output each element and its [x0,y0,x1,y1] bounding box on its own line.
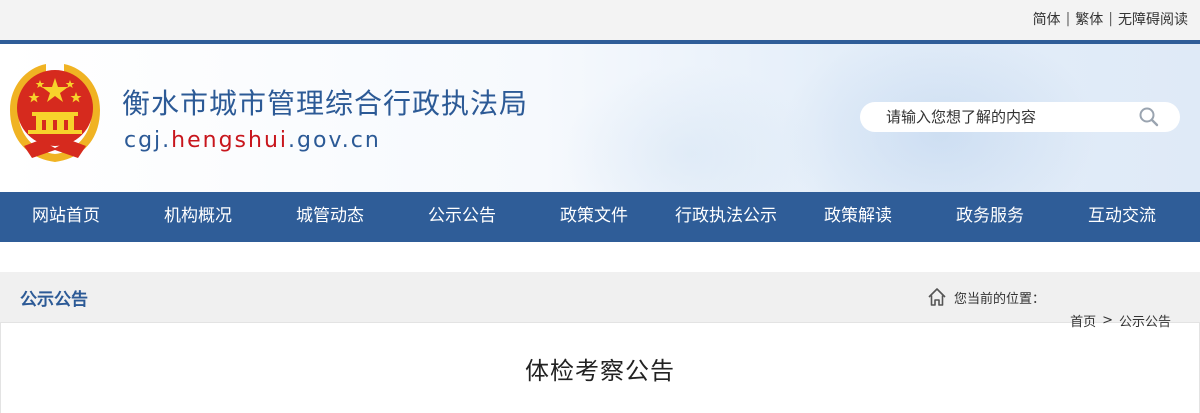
home-icon [928,288,946,306]
nav-item-enforcement-disclosure[interactable]: 行政执法公示 [660,192,792,242]
search-icon[interactable] [1138,106,1160,128]
domain-prefix: cgj. [124,128,172,153]
spacer [0,242,1200,272]
national-emblem-icon [10,64,100,162]
main-navigation: 网站首页 机构概况 城管动态 公示公告 政策文件 行政执法公示 政策解读 政务服… [0,192,1200,242]
article-title: 体检考察公告 [525,357,675,385]
language-links: 简体 | 繁体 | 无障碍阅读 [1033,9,1188,29]
breadcrumb-home-link[interactable]: 首页 [1070,311,1096,330]
domain-suffix: .gov.cn [288,128,381,153]
nav-item-policy-interpretation[interactable]: 政策解读 [792,192,924,242]
site-title: 衡水市城市管理综合行政执法局 [122,87,529,120]
location-label: 您当前的位置： [954,291,1046,307]
header-background-decoration [560,64,820,192]
nav-item-news[interactable]: 城管动态 [264,192,396,242]
nav-item-announcements[interactable]: 公示公告 [396,192,528,242]
separator: | [1108,11,1113,27]
nav-item-home[interactable]: 网站首页 [0,192,132,242]
site-domain: cgj.hengshui.gov.cn [124,128,381,153]
traditional-chinese-link[interactable]: 繁体 [1075,9,1103,29]
section-title: 公示公告 [20,290,88,310]
site-header: 衡水市城市管理综合行政执法局 cgj.hengshui.gov.cn [0,44,1200,192]
search-input[interactable] [886,102,1126,132]
section-header-bar: 公示公告 您当前的位置： [0,272,1200,322]
accessibility-link[interactable]: 无障碍阅读 [1118,9,1188,29]
breadcrumb: 首页 > 公示公告 [1070,311,1171,330]
domain-highlight: hengshui [171,128,289,153]
separator: | [1065,11,1071,27]
nav-item-organization[interactable]: 机构概况 [132,192,264,242]
nav-item-policy-documents[interactable]: 政策文件 [528,192,660,242]
breadcrumb-current-link[interactable]: 公示公告 [1119,311,1171,330]
current-location: 您当前的位置： [926,286,1045,308]
nav-item-government-services[interactable]: 政务服务 [924,192,1056,242]
breadcrumb-separator: > [1102,313,1113,328]
article-container: 首页 > 公示公告 体检考察公告 [0,313,1200,413]
search-box [860,102,1180,132]
top-utility-bar: 简体 | 繁体 | 无障碍阅读 [0,0,1200,40]
nav-item-interaction[interactable]: 互动交流 [1056,192,1188,242]
simplified-chinese-link[interactable]: 简体 [1033,9,1061,29]
